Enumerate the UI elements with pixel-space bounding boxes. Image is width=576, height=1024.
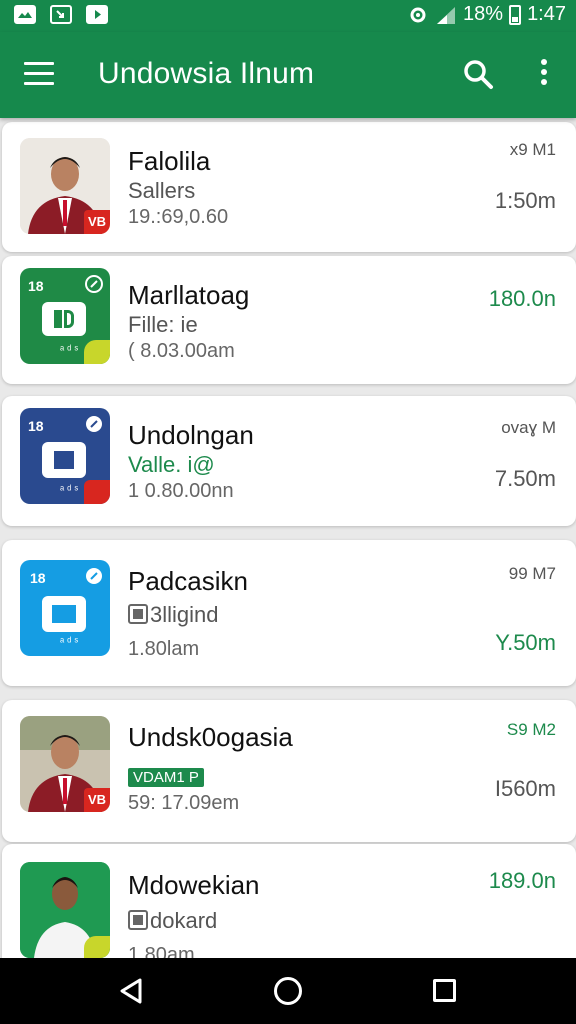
item-subtitle: 3lligind <box>150 602 219 627</box>
item-meta: 19.:69,0.60 <box>128 206 229 228</box>
app-bar: Undowsia Ilnum <box>0 32 576 118</box>
item-name: Falolila <box>128 146 211 176</box>
tile-label: 18 <box>30 570 46 586</box>
item-price: 7.50m <box>494 466 556 491</box>
pencil-icon <box>85 275 103 293</box>
list-item[interactable]: VB Undsk0ogasia VDAM1 P 59: 17.09em S9 M… <box>2 700 576 842</box>
item-thumbnail: 18 ᵃ ᵈ ˢ <box>20 268 110 364</box>
item-name: Mdowekian <box>128 870 260 900</box>
item-thumbnail: 18 ᵃ ᵈ ˢ <box>20 408 110 504</box>
list-item[interactable]: VB Falolila Sallers 19.:69,0.60 x9 M1 1:… <box>2 122 576 252</box>
item-subtitle: Fille: ie <box>128 312 198 337</box>
item-subtitle: Valle. i@ <box>128 452 215 477</box>
item-meta: 1.80am <box>128 944 195 958</box>
system-indicators: 18% 1:47 <box>407 3 566 26</box>
item-price: 189.0n <box>488 868 556 893</box>
navigation-bar <box>0 958 576 1024</box>
search-icon[interactable] <box>462 58 494 90</box>
menu-icon[interactable] <box>24 62 54 86</box>
category-icon <box>128 604 148 624</box>
item-subtitle: Sallers <box>128 178 196 203</box>
app-glyph-icon <box>42 596 86 632</box>
item-price: 1:50m <box>494 188 556 213</box>
app-glyph-icon <box>42 442 86 478</box>
notification-icons <box>14 5 108 24</box>
item-subtitle-row: 3lligind <box>128 602 219 628</box>
item-meta: 1.80lam <box>128 638 200 660</box>
item-list[interactable]: VB Falolila Sallers 19.:69,0.60 x9 M1 1:… <box>0 118 576 958</box>
list-item[interactable]: Mdowekian dokard 1.80am 189.0n <box>2 844 576 958</box>
item-meta: 59: 17.09em <box>128 792 240 814</box>
item-price: Y.50m <box>495 630 556 655</box>
list-item[interactable]: 18 ᵃ ᵈ ˢ Undolngan Valle. i@ 1 0.80.00nn… <box>2 396 576 526</box>
item-name: Undolngan <box>128 420 254 450</box>
item-meta: 1 0.80.00nn <box>128 480 234 502</box>
signal-icon <box>437 6 456 24</box>
home-icon[interactable] <box>274 977 302 1005</box>
tile-label: 18 <box>28 418 44 434</box>
pencil-icon <box>86 568 102 584</box>
red-badge-icon: VB <box>84 788 110 812</box>
item-name: Undsk0ogasia <box>128 722 293 752</box>
more-vertical-icon[interactable] <box>539 59 549 89</box>
item-subtitle-row: VDAM1 P <box>128 762 204 788</box>
battery-icon <box>509 4 522 25</box>
back-icon[interactable] <box>116 975 148 1007</box>
battery-percent: 18% <box>463 3 504 25</box>
item-thumbnail: VB <box>20 138 110 234</box>
image-icon <box>14 5 36 24</box>
recent-apps-icon[interactable] <box>433 979 456 1002</box>
app-title: Undowsia Ilnum <box>98 57 315 90</box>
leaf-badge-icon <box>84 340 110 364</box>
item-tag: 99 M7 <box>508 564 556 583</box>
item-tag: S9 M2 <box>506 720 556 739</box>
red-badge-icon: VB <box>84 210 110 234</box>
item-subtitle-row: dokard <box>128 908 217 934</box>
wifi-settings-icon <box>410 7 426 22</box>
app-glyph-icon <box>42 302 86 336</box>
item-thumbnail: 18 ᵃ ᵈ ˢ <box>20 560 110 656</box>
item-price: 180.0n <box>488 286 556 311</box>
play-store-icon <box>86 5 108 24</box>
item-meta: ( 8.03.00am <box>128 340 235 362</box>
list-item[interactable]: 18 ᵃ ᵈ ˢ Padcasikn 3lligind 1.80lam 99 M… <box>2 540 576 686</box>
tile-footer: ᵃ ᵈ ˢ <box>60 344 79 356</box>
item-subtitle: dokard <box>150 908 218 933</box>
item-name: Padcasikn <box>128 566 248 596</box>
screenshot-icon <box>50 5 72 24</box>
item-thumbnail <box>20 862 110 958</box>
checkbox-icon <box>128 910 148 930</box>
list-item[interactable]: 18 ᵃ ᵈ ˢ Marllatoag Fille: ie ( 8.03.00a… <box>2 256 576 384</box>
tile-footer: ᵃ ᵈ ˢ <box>60 636 79 648</box>
status-bar: 18% 1:47 <box>0 0 576 32</box>
item-price: I560m <box>494 776 556 801</box>
clock: 1:47 <box>527 3 566 25</box>
red-badge-icon <box>84 480 110 504</box>
item-thumbnail: VB <box>20 716 110 812</box>
item-tag: x9 M1 <box>509 140 556 159</box>
item-badge: VDAM1 P <box>128 768 204 787</box>
tile-footer: ᵃ ᵈ ˢ <box>60 484 79 496</box>
tile-label: 18 <box>28 278 44 294</box>
pencil-icon <box>86 416 102 432</box>
leaf-badge-icon <box>84 936 110 958</box>
item-name: Marllatoag <box>128 280 250 310</box>
item-tag: ovaɣ M <box>501 418 556 437</box>
